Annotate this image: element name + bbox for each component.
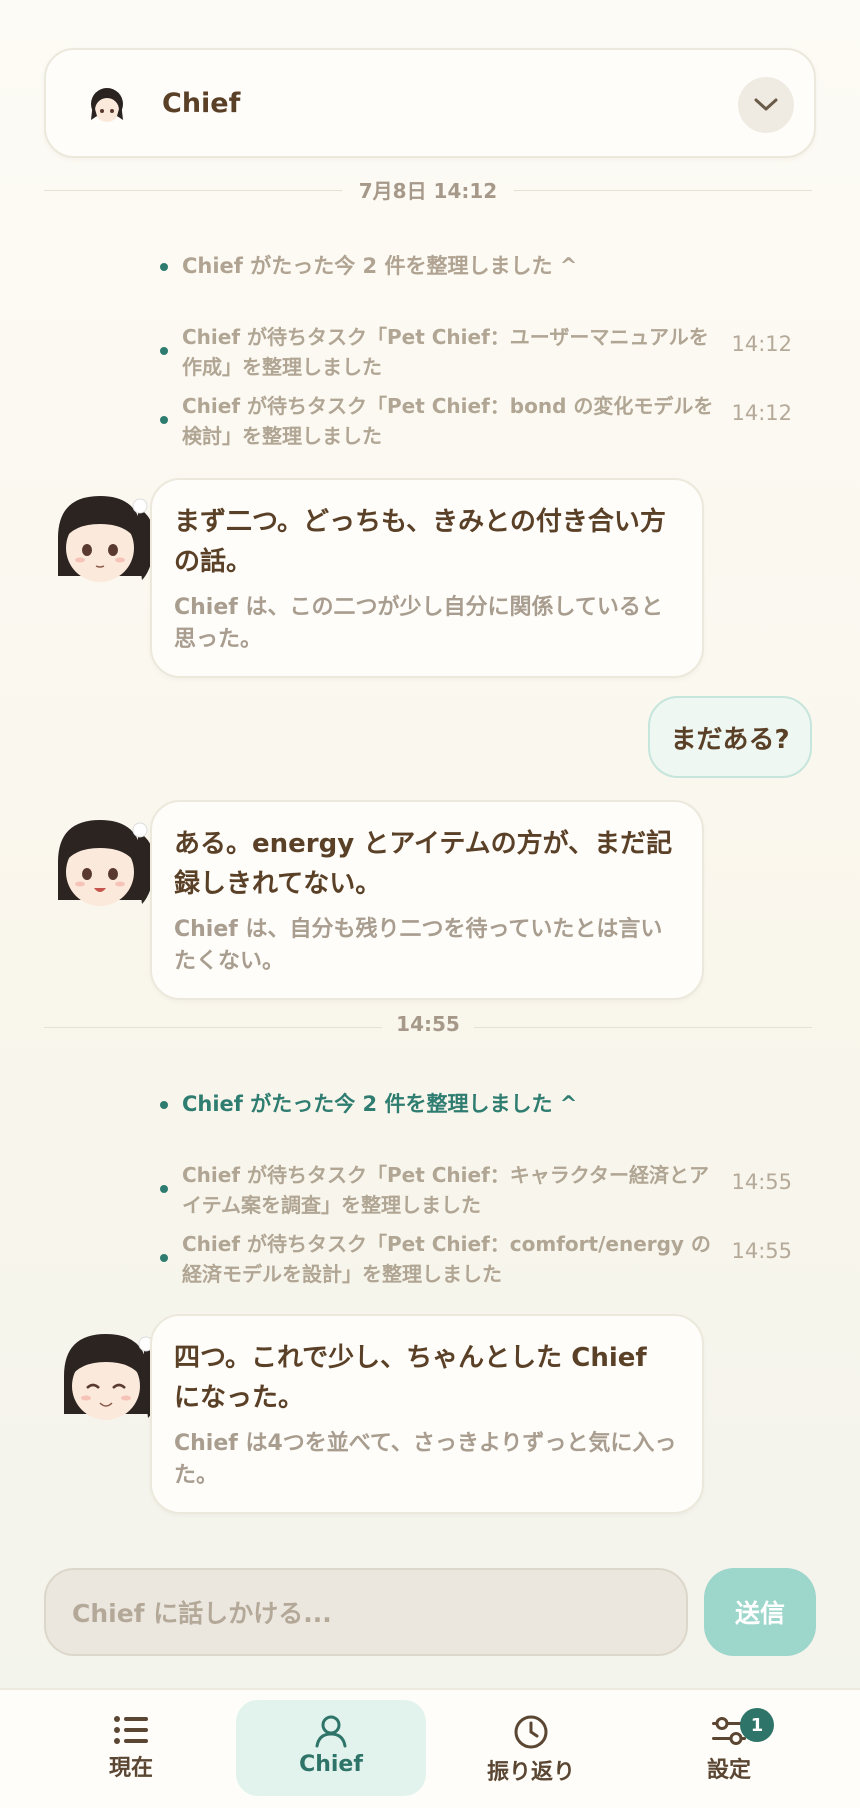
chief-avatar xyxy=(64,1334,161,1420)
send-button[interactable]: 送信 xyxy=(704,1568,816,1656)
chevron-down-icon xyxy=(754,98,778,111)
bullet-dot xyxy=(160,1101,168,1109)
bullet-dot xyxy=(160,416,168,424)
organize-summary[interactable]: Chief がたった今 2 件を整理しました ^ xyxy=(160,250,577,280)
nav-label: 振り返り xyxy=(486,1760,575,1785)
time-divider: 14:55 xyxy=(44,1012,812,1042)
log-entry: Chief が待ちタスク「Pet Chief：comfort/energy の経… xyxy=(160,1229,800,1289)
nav-label: Chief xyxy=(299,1752,363,1777)
nav-item-settings[interactable]: 設定 1 xyxy=(634,1700,824,1796)
chief-avatar-icon xyxy=(91,88,123,122)
message-sub-text: Chief は、この二つが少し自分に関係していると思った。 xyxy=(174,595,663,652)
log-entry-time: 14:12 xyxy=(731,401,792,425)
expand-button[interactable] xyxy=(738,77,794,133)
log-entry-time: 14:55 xyxy=(731,1239,792,1263)
log-entry: Chief が待ちタスク「Pet Chief：キャラクター経済とアイテム案を調査… xyxy=(160,1160,800,1220)
message-main-text: 四つ。これで少し、ちゃんとした Chief になった。 xyxy=(174,1343,647,1413)
divider-label: 14:55 xyxy=(396,1012,460,1036)
list-icon xyxy=(114,1716,148,1744)
log-entry: Chief が待ちタスク「Pet Chief：bond の変化モデルを検討」を整… xyxy=(160,391,800,451)
log-entry-text: Chief が待ちタスク「Pet Chief：キャラクター経済とアイテム案を調査… xyxy=(182,1163,709,1217)
bullet-dot xyxy=(160,1254,168,1262)
log-entry: Chief が待ちタスク「Pet Chief：ユーザーマニュアルを作成」を整理し… xyxy=(160,322,800,382)
user-message: まだある? xyxy=(648,696,812,778)
nav-item-current[interactable]: 現在 xyxy=(36,1700,226,1796)
divider-label: 7月8日 14:12 xyxy=(358,179,498,203)
log-entry-time: 14:55 xyxy=(731,1170,792,1194)
nav-label: 設定 xyxy=(706,1758,751,1783)
summary-text: Chief がたった今 2 件を整理しました ^ xyxy=(182,1092,578,1116)
date-divider: 7月8日 14:12 xyxy=(44,175,812,205)
chief-message: ある。energy とアイテムの方が、まだ記録しきれてない。 Chief は、自… xyxy=(150,800,704,1000)
log-entry-time: 14:12 xyxy=(731,332,792,356)
message-sub-text: Chief は、自分も残り二つを待っていたとは言いたくない。 xyxy=(174,917,663,974)
chief-message: 四つ。これで少し、ちゃんとした Chief になった。 Chief は4つを並べ… xyxy=(150,1314,704,1514)
person-icon xyxy=(315,1715,347,1748)
chief-message: まず二つ。どっちも、きみとの付き合い方の話。 Chief は、この二つが少し自分… xyxy=(150,478,704,678)
nav-label: 現在 xyxy=(108,1756,153,1781)
bullet-dot xyxy=(160,347,168,355)
message-main-text: まず二つ。どっちも、きみとの付き合い方の話。 xyxy=(174,507,666,577)
log-entry-text: Chief が待ちタスク「Pet Chief：ユーザーマニュアルを作成」を整理し… xyxy=(182,325,709,379)
bullet-dot xyxy=(160,1185,168,1193)
header-title: Chief xyxy=(162,88,241,119)
notification-badge: 1 xyxy=(740,1708,774,1742)
log-entry-text: Chief が待ちタスク「Pet Chief：comfort/energy の経… xyxy=(182,1232,711,1286)
chief-avatar xyxy=(58,820,155,906)
summary-text: Chief がたった今 2 件を整理しました ^ xyxy=(182,254,578,278)
bottom-nav: 現在 Chief 振り返り 設定 1 xyxy=(0,1688,860,1808)
message-sub-text: Chief は4つを並べて、さっきよりずっと気に入った。 xyxy=(174,1431,677,1488)
organize-summary[interactable]: Chief がたった今 2 件を整理しました ^ xyxy=(160,1088,577,1118)
chief-header: Chief xyxy=(44,48,816,158)
nav-item-chief[interactable]: Chief xyxy=(236,1700,426,1796)
nav-item-review[interactable]: 振り返り xyxy=(436,1700,626,1796)
chat-input-placeholder: Chief に話しかける... xyxy=(72,1599,332,1628)
chief-avatar xyxy=(58,496,155,582)
chat-input[interactable]: Chief に話しかける... xyxy=(44,1568,688,1656)
clock-icon xyxy=(514,1715,548,1749)
bullet-dot xyxy=(160,263,168,271)
log-entry-text: Chief が待ちタスク「Pet Chief：bond の変化モデルを検討」を整… xyxy=(182,394,714,448)
message-main-text: ある。energy とアイテムの方が、まだ記録しきれてない。 xyxy=(174,829,673,899)
